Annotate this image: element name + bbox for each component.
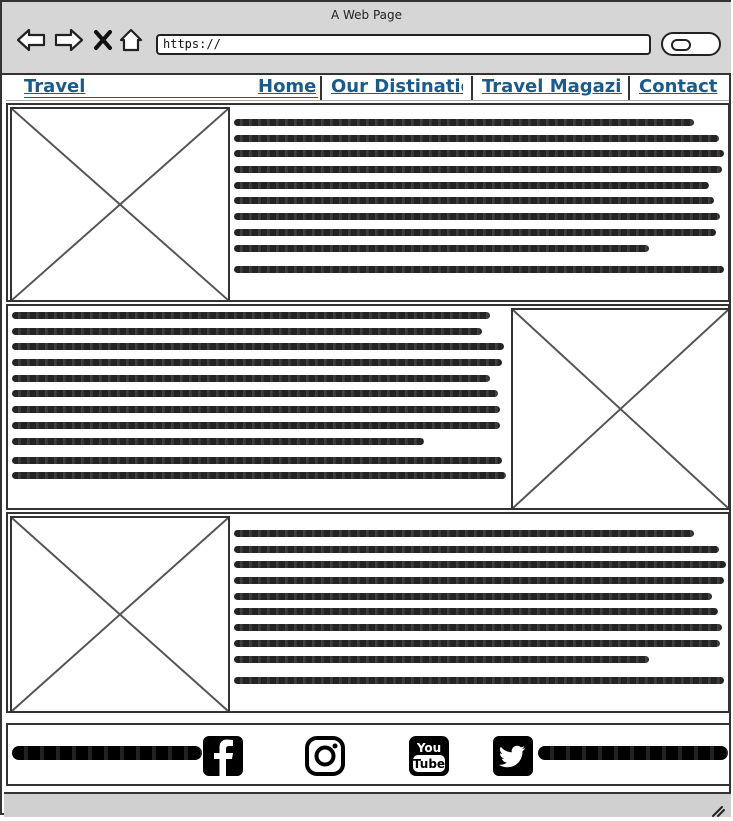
site-navigation: Travel Home Our Distinatio Travel Magazi… <box>6 74 729 101</box>
youtube-label-top: You <box>416 741 441 755</box>
close-icon[interactable] <box>92 26 114 54</box>
back-icon[interactable] <box>16 26 46 54</box>
browser-titlebar: A Web Page https:// <box>2 2 731 75</box>
scribble-text <box>234 530 726 692</box>
scribble-text <box>234 119 724 281</box>
search-icon <box>671 39 691 51</box>
image-placeholder <box>511 308 730 510</box>
content-section-3 <box>6 512 730 713</box>
site-logo[interactable]: Travel <box>24 76 85 97</box>
site-footer: You Tube <box>6 723 731 786</box>
nav-link-magazine[interactable]: Travel Magazin <box>482 76 622 97</box>
content-section-2 <box>6 304 730 510</box>
nav-separator <box>471 76 473 100</box>
scribble-text <box>12 312 506 488</box>
logo-underline <box>24 97 318 98</box>
footer-scribble <box>538 746 728 760</box>
nav-link-contact[interactable]: Contact <box>639 76 723 97</box>
home-icon[interactable] <box>118 26 144 54</box>
nav-link-home[interactable]: Home <box>258 76 316 97</box>
instagram-icon[interactable] <box>304 735 346 777</box>
forward-icon[interactable] <box>54 26 84 54</box>
image-placeholder <box>10 107 230 302</box>
image-placeholder <box>10 516 230 713</box>
youtube-label-bottom: Tube <box>413 757 445 771</box>
window-title: A Web Page <box>330 8 403 22</box>
search-input[interactable] <box>661 32 721 56</box>
resize-handle-icon[interactable] <box>711 802 725 817</box>
content-section-1 <box>6 103 730 302</box>
nav-separator <box>320 76 322 100</box>
facebook-icon[interactable] <box>202 735 244 777</box>
twitter-icon[interactable] <box>492 735 534 777</box>
nav-separator <box>628 76 630 100</box>
status-bar <box>4 792 731 817</box>
nav-link-destinations[interactable]: Our Distinatio <box>331 76 463 97</box>
youtube-icon[interactable]: You Tube <box>408 735 450 777</box>
footer-scribble <box>12 746 202 760</box>
address-bar[interactable]: https:// <box>156 34 651 55</box>
browser-window: A Web Page https:// Travel Home Our Dist… <box>0 0 731 817</box>
